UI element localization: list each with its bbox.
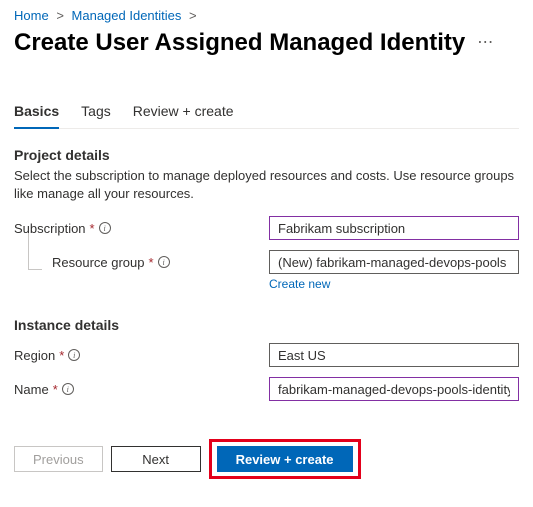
more-icon[interactable]: ⋯ [477, 35, 493, 51]
name-label: Name [14, 382, 49, 397]
previous-button[interactable]: Previous [14, 446, 103, 472]
breadcrumb-managed-identities[interactable]: Managed Identities [72, 8, 182, 23]
tab-review-create[interactable]: Review + create [133, 97, 234, 129]
create-new-link[interactable]: Create new [269, 277, 330, 291]
instance-details-heading: Instance details [14, 317, 519, 333]
review-create-button[interactable]: Review + create [217, 446, 353, 472]
tab-basics[interactable]: Basics [14, 97, 59, 129]
chevron-right-icon: > [189, 8, 197, 23]
info-icon[interactable]: i [68, 349, 80, 361]
resource-group-label: Resource group [52, 255, 145, 270]
tabs: Basics Tags Review + create [14, 97, 519, 129]
subscription-input[interactable] [269, 216, 519, 240]
breadcrumb: Home > Managed Identities > [14, 8, 519, 23]
info-icon[interactable]: i [99, 222, 111, 234]
next-button[interactable]: Next [111, 446, 201, 472]
tab-tags[interactable]: Tags [81, 97, 111, 129]
info-icon[interactable]: i [158, 256, 170, 268]
required-icon: * [149, 255, 154, 270]
resource-group-input[interactable] [269, 250, 519, 274]
region-label: Region [14, 348, 55, 363]
breadcrumb-home[interactable]: Home [14, 8, 49, 23]
project-details-heading: Project details [14, 147, 519, 163]
info-icon[interactable]: i [62, 383, 74, 395]
highlight-box: Review + create [209, 439, 361, 479]
footer-actions: Previous Next Review + create [14, 439, 519, 479]
name-input[interactable] [269, 377, 519, 401]
required-icon: * [90, 221, 95, 236]
page-title: Create User Assigned Managed Identity [14, 29, 465, 57]
region-input[interactable] [269, 343, 519, 367]
required-icon: * [59, 348, 64, 363]
subscription-label: Subscription [14, 221, 86, 236]
required-icon: * [53, 382, 58, 397]
chevron-right-icon: > [56, 8, 64, 23]
project-details-description: Select the subscription to manage deploy… [14, 167, 519, 202]
